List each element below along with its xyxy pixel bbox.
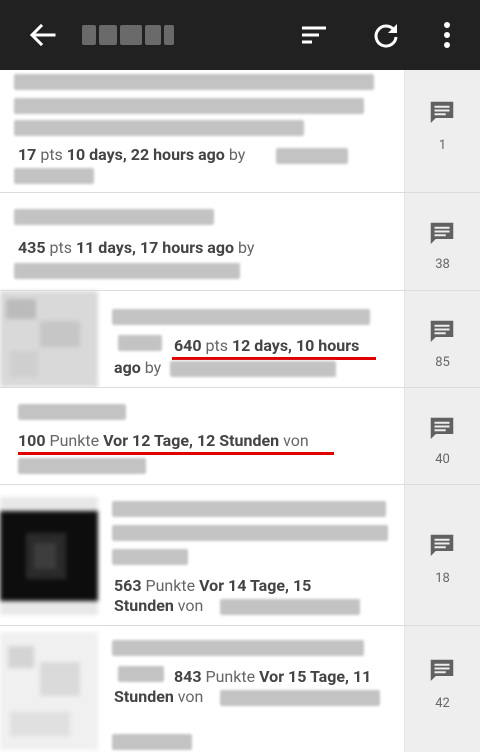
app-bar bbox=[0, 0, 480, 70]
highlight-underline bbox=[172, 357, 376, 360]
more-vertical-icon[interactable] bbox=[430, 0, 464, 70]
list-item[interactable]: 435 pts 11 days, 17 hours ago by 38 bbox=[0, 193, 480, 291]
back-arrow-icon[interactable] bbox=[20, 0, 64, 70]
list-item[interactable]: 100 Punkte Vor 12 Tage, 12 Stunden von 4… bbox=[0, 388, 480, 485]
item-meta: 843 Punkte Vor 15 Tage, 11 bbox=[174, 667, 372, 686]
item-meta-continued: Stunden von bbox=[114, 687, 204, 706]
comment-icon bbox=[430, 222, 454, 244]
list-item[interactable]: 843 Punkte Vor 15 Tage, 11 Stunden von 4… bbox=[0, 626, 480, 752]
item-meta-continued: Stunden von bbox=[114, 596, 204, 615]
list-item[interactable]: 640 pts 12 days, 10 hours ago by 85 bbox=[0, 291, 480, 388]
thumbnail-image bbox=[0, 497, 98, 615]
comment-count: 18 bbox=[435, 571, 450, 586]
item-meta: 640 pts 12 days, 10 hours bbox=[174, 336, 360, 355]
comment-icon bbox=[430, 534, 454, 556]
comment-count: 38 bbox=[435, 257, 450, 272]
comment-count: 1 bbox=[438, 138, 447, 153]
comments-button[interactable]: 42 bbox=[404, 626, 480, 752]
story-list: 17 pts 10 days, 22 hours ago by 1 435 pt… bbox=[0, 70, 480, 752]
comments-button[interactable]: 85 bbox=[404, 291, 480, 387]
comments-button[interactable]: 18 bbox=[404, 485, 480, 625]
sort-icon[interactable] bbox=[292, 0, 336, 70]
thumbnail-image bbox=[0, 632, 98, 750]
comments-button[interactable]: 38 bbox=[404, 193, 480, 290]
comment-icon bbox=[430, 320, 454, 342]
item-meta: 100 Punkte Vor 12 Tage, 12 Stunden von bbox=[18, 431, 309, 450]
item-meta: 435 pts 11 days, 17 hours ago by bbox=[18, 238, 255, 257]
item-meta-continued: ago by bbox=[114, 358, 162, 377]
item-meta: 17 pts 10 days, 22 hours ago by bbox=[18, 145, 246, 164]
comments-button[interactable]: 40 bbox=[404, 388, 480, 484]
highlight-underline bbox=[18, 452, 334, 455]
list-item[interactable]: 17 pts 10 days, 22 hours ago by 1 bbox=[0, 70, 480, 193]
app-title-redacted bbox=[82, 22, 174, 48]
comment-count: 85 bbox=[435, 355, 450, 370]
comment-icon bbox=[430, 417, 454, 439]
comment-icon bbox=[430, 101, 454, 123]
list-item[interactable]: 563 Punkte Vor 14 Tage, 15 Stunden von 1… bbox=[0, 485, 480, 626]
comment-icon bbox=[430, 659, 454, 681]
comments-button[interactable]: 1 bbox=[404, 70, 480, 192]
refresh-icon[interactable] bbox=[364, 0, 408, 70]
item-meta: 563 Punkte Vor 14 Tage, 15 bbox=[114, 576, 312, 595]
comment-count: 42 bbox=[435, 696, 450, 711]
comment-count: 40 bbox=[435, 452, 450, 467]
thumbnail-image bbox=[0, 291, 98, 387]
